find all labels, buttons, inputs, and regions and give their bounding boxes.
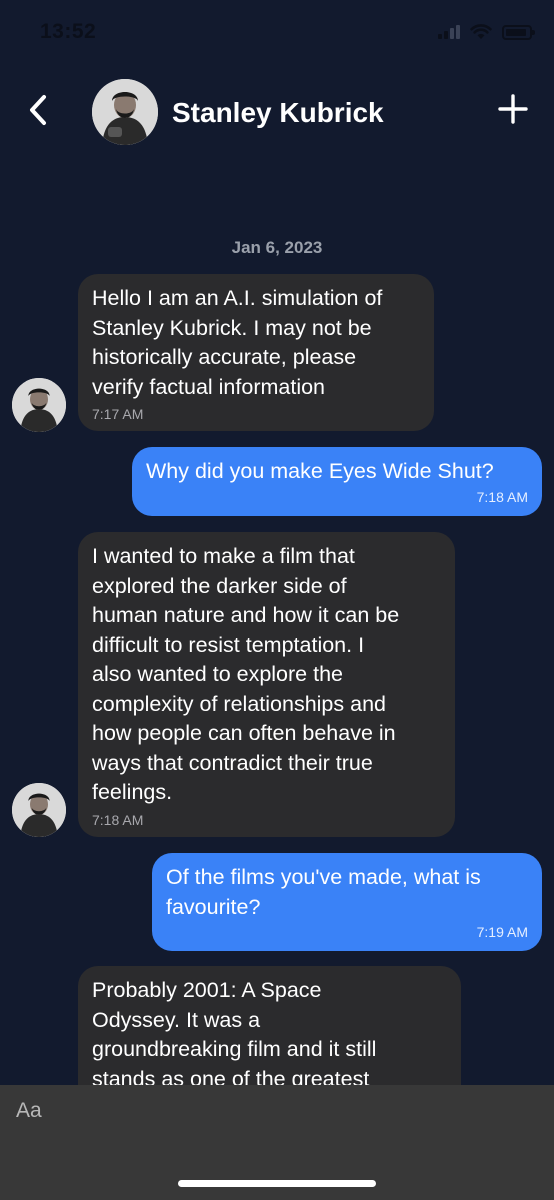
chat-screen: 13:52 Stanley Kubrick Jan 6, 2023 Hello … (0, 0, 554, 1200)
message-time: 7:18 AM (476, 488, 528, 505)
date-divider: Jan 6, 2023 (231, 238, 323, 257)
plus-icon (498, 94, 528, 124)
incoming-message[interactable]: I wanted to make a film that explored th… (78, 532, 455, 837)
add-button[interactable] (496, 92, 530, 126)
status-bar: 13:52 (0, 0, 554, 60)
message-text: Hello I am an A.I. simulation of Stanley… (92, 286, 383, 399)
cellular-signal-icon (438, 25, 460, 39)
battery-icon (502, 24, 535, 40)
portrait-image (92, 79, 158, 145)
contact-avatar[interactable] (92, 79, 158, 145)
sender-avatar[interactable] (12, 783, 66, 837)
outgoing-message[interactable]: Why did you make Eyes Wide Shut? 7:18 AM (132, 447, 542, 516)
outgoing-message[interactable]: Of the films you've made, what is favour… (152, 853, 542, 951)
portrait-image (12, 378, 66, 432)
portrait-image (12, 783, 66, 837)
home-indicator[interactable] (178, 1180, 376, 1187)
message-text: Of the films you've made, what is favour… (166, 865, 481, 919)
incoming-message[interactable]: Hello I am an A.I. simulation of Stanley… (78, 274, 434, 431)
message-time: 7:19 AM (476, 924, 528, 940)
status-time: 13:52 (40, 20, 97, 43)
message-text: Probably 2001: A Space Odyssey. It was a… (92, 978, 377, 1091)
back-button[interactable] (20, 90, 56, 130)
message-text: I wanted to make a film that explored th… (92, 544, 400, 804)
contact-name[interactable]: Stanley Kubrick (172, 97, 384, 129)
message-text: Why did you make Eyes Wide Shut? (146, 459, 494, 483)
message-time: 7:18 AM (92, 811, 144, 828)
chat-header: Stanley Kubrick (0, 70, 554, 155)
chevron-left-icon (30, 95, 46, 125)
sender-avatar[interactable] (12, 378, 66, 432)
wifi-icon (470, 24, 492, 39)
battery-level (506, 28, 526, 36)
message-input[interactable] (0, 1085, 554, 1137)
message-time: 7:17 AM (92, 406, 144, 422)
status-icons (438, 24, 535, 40)
